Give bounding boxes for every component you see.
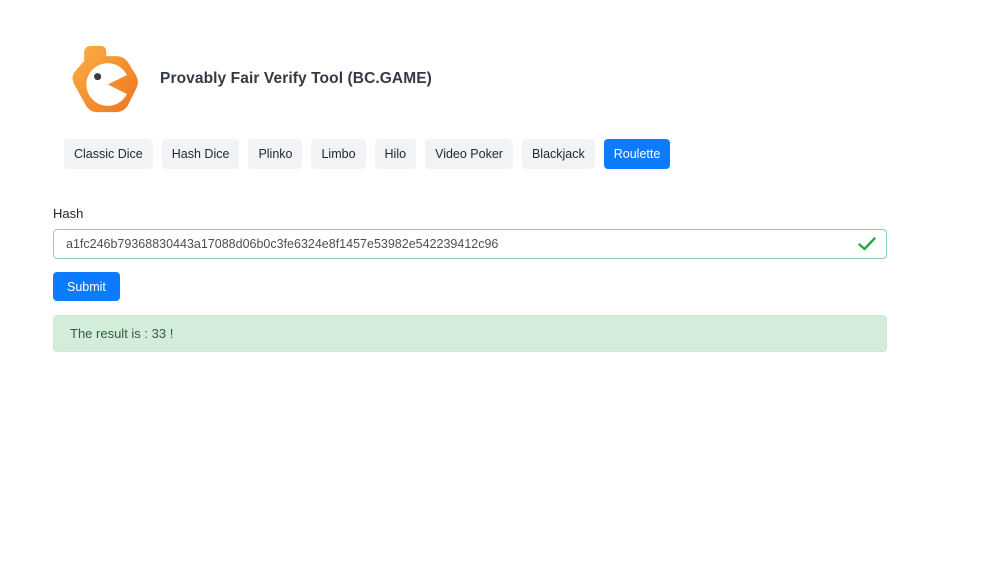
hash-input[interactable] [53, 229, 887, 259]
page: Provably Fair Verify Tool (BC.GAME) Clas… [0, 0, 1000, 585]
check-icon [858, 237, 876, 251]
verify-form: Hash Submit [53, 206, 887, 301]
tab-classic-dice[interactable]: Classic Dice [64, 139, 153, 169]
hash-input-wrap [53, 229, 887, 259]
tab-hash-dice[interactable]: Hash Dice [162, 139, 240, 169]
tab-video-poker[interactable]: Video Poker [425, 139, 513, 169]
result-message: The result is : 33 ! [70, 326, 173, 341]
tab-roulette[interactable]: Roulette [604, 139, 671, 169]
tab-limbo[interactable]: Limbo [311, 139, 365, 169]
tab-plinko[interactable]: Plinko [248, 139, 302, 169]
game-tabs: Classic Dice Hash Dice Plinko Limbo Hilo… [64, 139, 1000, 169]
tab-blackjack[interactable]: Blackjack [522, 139, 595, 169]
bc-game-logo [66, 35, 145, 123]
submit-button[interactable]: Submit [53, 272, 120, 301]
header: Provably Fair Verify Tool (BC.GAME) [0, 0, 1000, 123]
page-title: Provably Fair Verify Tool (BC.GAME) [160, 70, 432, 88]
result-alert: The result is : 33 ! [53, 315, 887, 352]
hash-label: Hash [53, 206, 887, 221]
tab-hilo[interactable]: Hilo [375, 139, 417, 169]
